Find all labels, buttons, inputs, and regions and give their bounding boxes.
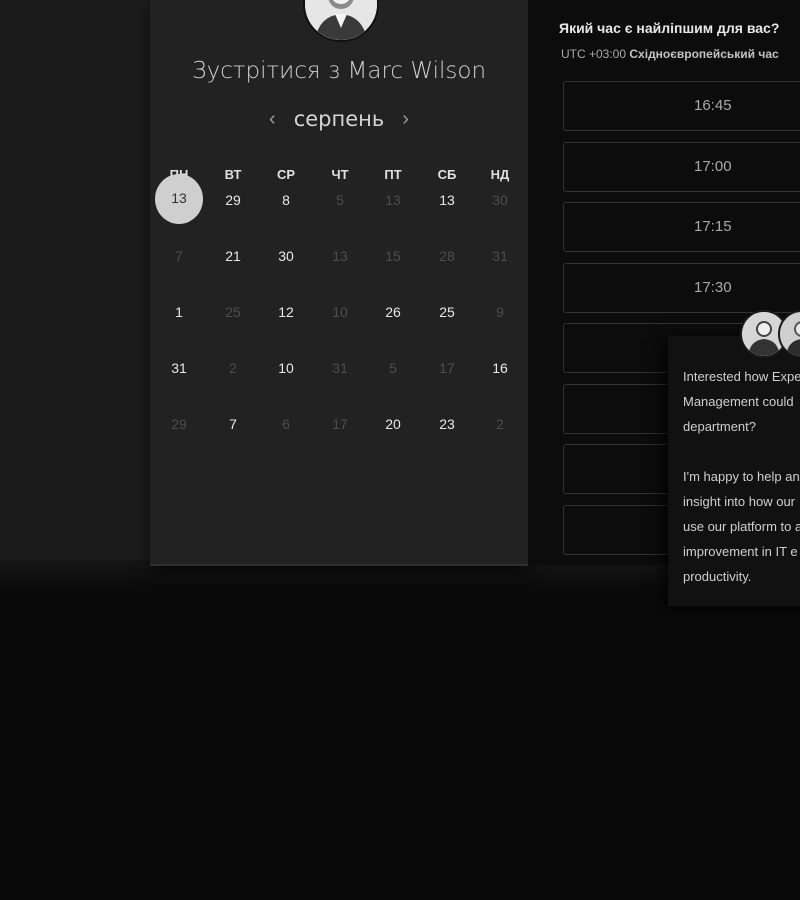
weekday-label: ЧТ [331, 167, 349, 182]
time-slot-button[interactable]: 17:30 [563, 262, 800, 313]
chevron-right-icon[interactable]: › [398, 108, 413, 131]
weekday-label: СР [276, 167, 296, 182]
weekday-label: НД [490, 167, 510, 182]
time-slot-button[interactable]: 17:00 [563, 141, 800, 192]
weekday-label: ВТ [224, 167, 242, 182]
chevron-left-icon[interactable]: ‹ [265, 108, 280, 131]
calendar-day[interactable]: 25 [427, 302, 467, 322]
calendar-day[interactable]: 1 [159, 302, 199, 322]
meeting-title: Зустрітися з Marc Wilson [191, 58, 487, 84]
timezone-label[interactable]: UTC +03:00 Східноєвропейський час [561, 47, 779, 61]
calendar-day: 7 [175, 248, 183, 264]
calendar-day[interactable]: 8 [266, 190, 306, 210]
calendar-day[interactable]: 13 [427, 190, 467, 210]
calendar-day[interactable]: 10 [266, 358, 306, 378]
calendar-day: 2 [496, 416, 504, 432]
calendar-day: 6 [282, 416, 290, 432]
calendar-day: 9 [496, 304, 504, 320]
calendar-day[interactable]: 30 [266, 246, 306, 266]
time-slot-label: 16:45 [694, 97, 732, 114]
timezone-name: Східноєвропейський час [629, 47, 779, 61]
weekday-label: СБ [437, 167, 457, 182]
calendar-day: 13 [385, 192, 401, 208]
calendar-day[interactable]: 26 [373, 302, 413, 322]
calendar-day: 2 [229, 360, 237, 376]
host-avatar [303, 0, 379, 42]
calendar-day: 30 [492, 192, 508, 208]
calendar-day: 31 [332, 360, 348, 376]
calendar-day[interactable]: 7 [213, 414, 253, 434]
calendar-day: 28 [439, 248, 455, 264]
calendar-day[interactable]: 21 [213, 246, 253, 266]
calendar-day[interactable]: 23 [427, 414, 467, 434]
time-slot-label: 17:00 [694, 157, 732, 175]
time-slot-label: 17:30 [694, 278, 732, 296]
calendar-day: 5 [336, 192, 344, 208]
timezone-offset: UTC +03:00 [561, 47, 627, 61]
calendar-day: 31 [492, 248, 508, 264]
chat-message: Interested how Expe Management could dep… [683, 369, 800, 584]
calendar-day[interactable]: 29 [213, 190, 253, 210]
calendar-day: 5 [389, 360, 397, 376]
time-question: Який час є найліпшим для вас? [559, 20, 780, 36]
calendar-day: 29 [171, 416, 187, 432]
calendar-day: 10 [332, 304, 348, 320]
calendar-day: 13 [332, 248, 348, 264]
calendar-day-selected[interactable]: 13 [159, 188, 199, 208]
calendar-day: 15 [385, 248, 401, 264]
page: Зустрітися з Marc Wilson ‹ серпень › ПНВ… [0, 0, 800, 900]
calendar-day[interactable]: 16 [480, 358, 520, 378]
month-navigation: ‹ серпень › [150, 104, 528, 134]
time-slot-label: 17:15 [694, 218, 732, 235]
calendar-day[interactable]: 31 [159, 358, 199, 378]
calendar-day[interactable]: 20 [373, 414, 413, 434]
weekday-label: ПТ [384, 167, 402, 182]
calendar-day: 17 [439, 360, 455, 376]
calendar-day: 25 [225, 304, 241, 320]
month-label: серпень [293, 107, 385, 131]
calendar-day[interactable]: 12 [266, 302, 306, 322]
time-slot-button[interactable]: 16:45 [563, 81, 800, 131]
chat-popup[interactable]: Interested how Expe Management could dep… [668, 310, 800, 606]
calendar-card: Зустрітися з Marc Wilson ‹ серпень › ПНВ… [150, 0, 528, 566]
calendar-day: 17 [332, 416, 348, 432]
time-slot-button[interactable]: 17:15 [563, 202, 800, 252]
